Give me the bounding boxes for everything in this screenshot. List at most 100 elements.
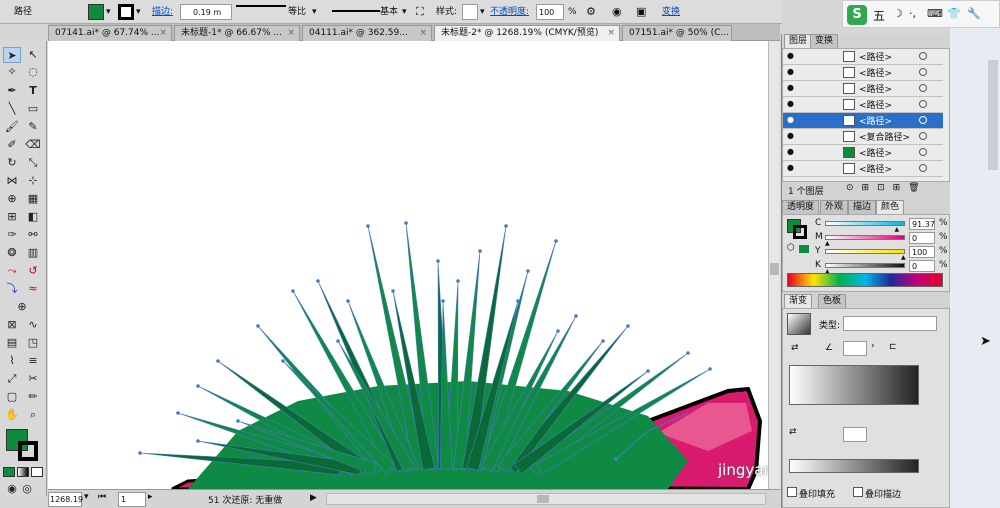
measure-tool-icon[interactable]: ⤢	[3, 371, 21, 387]
anchor-point[interactable]	[626, 324, 630, 328]
align-icon[interactable]: ⛶	[416, 4, 424, 20]
tab-layers[interactable]: 图层	[784, 34, 813, 48]
anchor-point[interactable]	[391, 289, 395, 293]
fill-swatch[interactable]	[88, 4, 104, 20]
pencil-tool-icon[interactable]: ✎	[24, 119, 42, 135]
eye-icon[interactable]: ●	[787, 68, 797, 76]
anchor-point[interactable]	[316, 279, 320, 283]
anchor-point[interactable]	[281, 359, 285, 363]
tab-gradient[interactable]: 渐变	[784, 294, 813, 308]
paintbrush-tool-icon[interactable]: 🖌	[3, 119, 21, 135]
eye-icon[interactable]: ●	[787, 100, 797, 108]
first-artboard-icon[interactable]: ⏮	[98, 492, 106, 502]
channel-slider[interactable]	[825, 221, 905, 226]
gamut-warning-icon[interactable]: ⬡	[787, 243, 795, 253]
isolate-icon[interactable]: ◉	[612, 4, 622, 20]
eye-icon[interactable]: ●	[787, 132, 797, 140]
target-icon[interactable]	[919, 116, 927, 124]
opacity-input[interactable]: 100	[536, 4, 564, 20]
target-icon[interactable]	[919, 84, 927, 92]
settings-icon[interactable]: 🔧	[967, 7, 981, 20]
channel-slider[interactable]	[825, 249, 905, 254]
chart-tool-icon[interactable]: ⌇	[3, 353, 21, 369]
keyboard-icon[interactable]: ⌨	[927, 7, 943, 20]
artboard-tool-icon[interactable]: ⊕	[13, 299, 31, 315]
perspective-grid-tool-icon[interactable]: ▦	[24, 191, 42, 207]
slider-handle-icon[interactable]: ▲	[825, 240, 830, 247]
warp-tool-icon[interactable]: ∿	[24, 317, 42, 333]
reverse-gradient-icon[interactable]: ⇄	[791, 343, 799, 353]
tab-07151[interactable]: 07151.ai* @ 50% (C...	[622, 25, 732, 41]
stroke-color-box[interactable]	[18, 441, 38, 461]
layer-row[interactable]: ● <路径>	[783, 97, 943, 113]
stroke-weight-input[interactable]: 0.19 m	[180, 4, 232, 20]
anchor-point[interactable]	[478, 249, 482, 253]
target-icon[interactable]	[919, 100, 927, 108]
knife-tool-icon[interactable]: ✂	[24, 371, 42, 387]
channel-slider[interactable]	[825, 235, 905, 240]
artboard-number-input[interactable]: 1	[118, 492, 146, 507]
moon-icon[interactable]: ☽	[893, 7, 903, 20]
line-tool-icon[interactable]: ╲	[3, 101, 21, 117]
magic-wand-tool-icon[interactable]: ✧	[3, 64, 21, 80]
shape-builder-tool-icon[interactable]: ⊕	[3, 191, 21, 207]
tab-transparency[interactable]: 透明度	[782, 200, 820, 214]
delete-anchor-tool-icon[interactable]: ≈	[24, 281, 42, 297]
channel-value-input[interactable]: 0	[909, 232, 935, 244]
punctuation-icon[interactable]: ·,	[909, 7, 916, 20]
column-graph-tool-icon[interactable]: ▥	[24, 245, 42, 261]
anchor-point[interactable]	[504, 224, 508, 228]
mesh-tool-icon[interactable]: ⊞	[3, 209, 21, 225]
angle-input[interactable]	[843, 341, 867, 356]
close-icon[interactable]: ×	[287, 26, 295, 41]
anchor-point[interactable]	[216, 359, 220, 363]
anchor-point[interactable]	[196, 439, 200, 443]
channel-value-input[interactable]: 91.37	[909, 218, 935, 230]
artboard-canvas[interactable]: jingyan.baidu.com	[48, 41, 768, 489]
brush-tool-icon[interactable]: ✏	[24, 389, 42, 405]
scroll-thumb[interactable]	[537, 495, 549, 503]
tab-untitled-1[interactable]: 未标题-1* @ 66.67% ... ×	[174, 25, 300, 41]
tab-appearance[interactable]: 外观	[820, 200, 849, 214]
stroke-link[interactable]: 描边:	[152, 4, 173, 20]
scissors-tool-icon[interactable]: ▢	[3, 389, 21, 405]
anchor-point[interactable]	[554, 239, 558, 243]
color-mode-icon[interactable]	[3, 467, 15, 477]
anchor-point[interactable]	[646, 369, 650, 373]
anchor-point[interactable]	[236, 419, 240, 423]
scrollbar[interactable]	[988, 60, 998, 170]
none-mode-icon[interactable]	[31, 467, 43, 477]
draw-behind-icon[interactable]: ◎	[18, 481, 36, 497]
graph-tool-icon[interactable]: ≡	[24, 353, 42, 369]
slider-handle-icon[interactable]: ▲	[894, 226, 899, 233]
gradient-type-select[interactable]	[843, 316, 937, 331]
rectangle-tool-icon[interactable]: ▭	[24, 101, 42, 117]
slider-handle-icon[interactable]: ▲	[901, 254, 906, 261]
anchor-point[interactable]	[601, 339, 605, 343]
anchor-point[interactable]	[556, 329, 560, 333]
layer-row[interactable]: ● <路径>	[783, 65, 943, 81]
slice-tool-icon[interactable]: ⊠	[3, 317, 21, 333]
channel-value-input[interactable]: 0	[909, 260, 935, 272]
close-icon[interactable]: ×	[419, 26, 427, 41]
free-transform-tool-icon[interactable]: ⊹	[24, 173, 42, 189]
target-icon[interactable]	[919, 52, 927, 60]
tab-07141[interactable]: 07141.ai* @ 67.74% ... ×	[48, 25, 172, 41]
anchor-point[interactable]	[256, 324, 260, 328]
anchor-point[interactable]	[291, 289, 295, 293]
gradient-tool-icon[interactable]: ◧	[24, 209, 42, 225]
angle-dropdown-icon[interactable]: ›	[871, 341, 875, 351]
overprint-fill-checkbox[interactable]	[787, 487, 797, 497]
width-tool-icon[interactable]: ⋈	[3, 173, 21, 189]
anchor-point[interactable]	[686, 351, 690, 355]
gradient-mode-icon[interactable]	[17, 467, 29, 477]
anchor-point[interactable]	[404, 221, 408, 225]
eye-icon[interactable]: ●	[787, 116, 797, 124]
anchor-point[interactable]	[708, 367, 712, 371]
live-paint-tool-icon[interactable]: ▤	[3, 335, 21, 351]
tab-color[interactable]: 颜色	[876, 200, 905, 214]
close-icon[interactable]: ×	[159, 26, 167, 41]
channel-slider[interactable]	[825, 263, 905, 268]
scale-tool-icon[interactable]: ⤡	[24, 155, 42, 171]
reverse-gradient-icon[interactable]: ⇄	[789, 427, 807, 443]
